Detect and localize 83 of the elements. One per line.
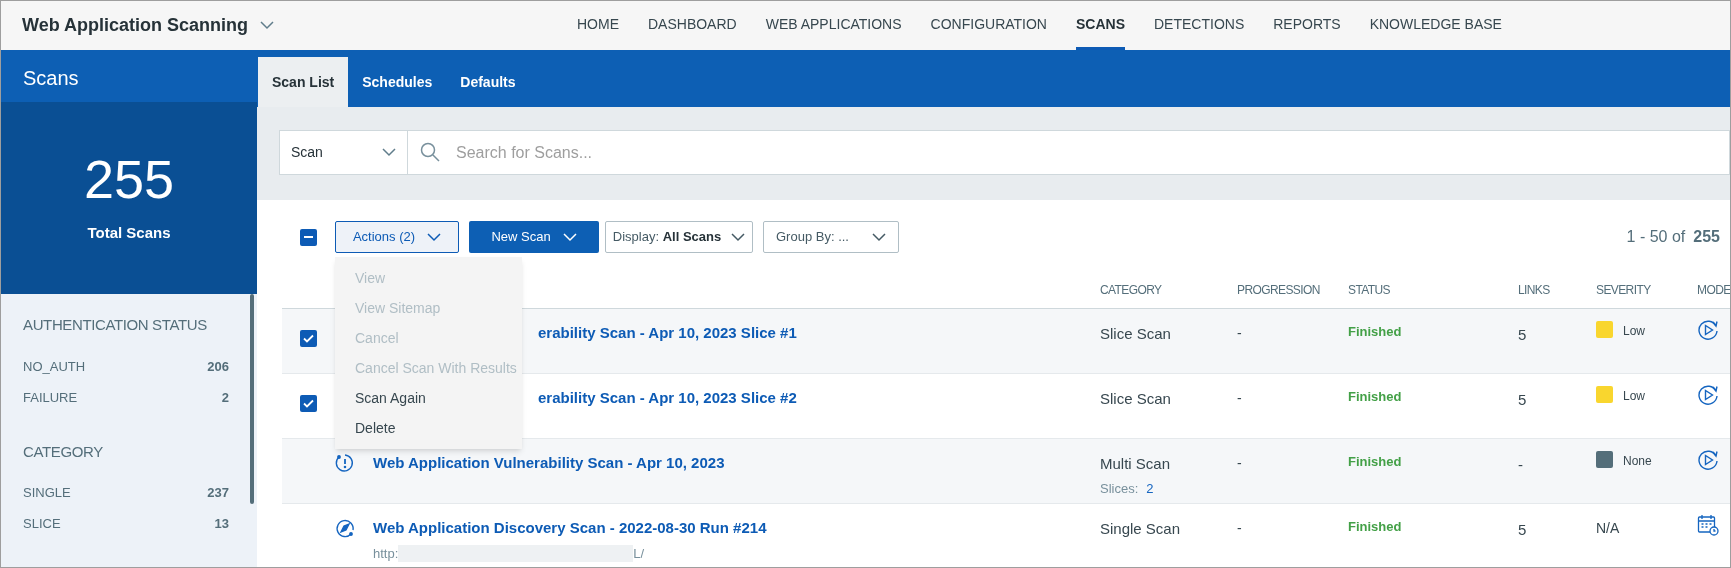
filter-item[interactable]: FAILURE 2 <box>23 387 229 419</box>
nav-item[interactable]: HOME <box>577 1 619 50</box>
nav-item[interactable]: DASHBOARD <box>648 1 737 50</box>
category-cell-text: Multi Scan <box>1100 454 1172 474</box>
progression-cell-text: - <box>1237 324 1243 343</box>
play-cycle-icon <box>1697 319 1719 341</box>
alert-cycle-icon <box>335 453 355 473</box>
filter-item[interactable]: SLICE 13 <box>23 514 229 545</box>
severity-label: Low <box>1623 323 1645 340</box>
nav-item[interactable]: CONFIGURATION <box>930 1 1047 50</box>
filter-heading: AUTHENTICATION STATUS <box>23 315 208 335</box>
column-header[interactable]: PROGRESSION <box>1237 281 1348 299</box>
chevron-down-icon <box>731 232 746 242</box>
progression-cell-text: - <box>1237 389 1243 408</box>
slices-label: Slices: <box>1100 480 1139 496</box>
checkbox[interactable] <box>300 395 317 412</box>
nav-item[interactable]: KNOWLEDGE BASE <box>1369 1 1502 50</box>
calendar-clock-icon <box>1697 514 1719 536</box>
check-icon <box>303 334 314 343</box>
tab[interactable]: Schedules <box>348 57 447 107</box>
total-count: 255 <box>83 151 175 206</box>
status-cell-text: Finished <box>1348 518 1403 536</box>
status-cell-text: Finished <box>1348 388 1403 406</box>
chevron-down-icon <box>562 232 577 242</box>
category-cell-text: Slice Scan <box>1100 324 1172 344</box>
url-text: L/ <box>633 544 645 563</box>
severity-label: N/A <box>1596 519 1620 538</box>
tab[interactable]: Defaults <box>446 57 530 107</box>
play-cycle-icon <box>1697 449 1719 471</box>
url-text: http: <box>373 544 399 563</box>
group-by-select[interactable]: Group By: ... <box>763 221 899 253</box>
checkbox[interactable] <box>300 330 317 347</box>
filter-item[interactable]: SINGLE 237 <box>23 483 229 514</box>
category-cell-text: Single Scan <box>1100 519 1182 539</box>
play-cycle-icon <box>1697 384 1719 406</box>
chevron-down-icon <box>872 232 886 242</box>
column-header[interactable]: CATEGORY <box>1100 281 1237 299</box>
nav-item[interactable]: DETECTIONS <box>1154 1 1245 50</box>
checkbox[interactable] <box>300 228 317 246</box>
tab[interactable]: Scan List <box>258 57 349 107</box>
nav-item[interactable]: REPORTS <box>1273 1 1341 50</box>
check-icon <box>303 399 314 408</box>
scan-title-link[interactable]: Web Application Discovery Scan - 2022-08-30 Run #214 <box>373 517 1100 540</box>
nav-item[interactable]: WEB APPLICATIONS <box>765 1 902 50</box>
column-header[interactable]: SEVERITY <box>1596 281 1697 299</box>
search-field[interactable]: Search for Scans... <box>408 130 1730 175</box>
chevron-down-icon <box>260 21 274 30</box>
actions-button[interactable]: Actions (2) <box>335 221 459 253</box>
app-switcher[interactable]: Web Application Scanning <box>1 12 561 39</box>
status-cell-text: Finished <box>1348 323 1403 341</box>
column-header[interactable]: MODE <box>1697 281 1730 299</box>
column-header[interactable]: STATUS <box>1348 281 1518 299</box>
scan-title-link[interactable]: Web Application Vulnerability Scan - Apr 10, 2023 <box>373 452 1100 475</box>
chevron-down-icon <box>382 148 396 157</box>
progression-cell-text: - <box>1237 519 1243 538</box>
menu-item[interactable]: Scan Again <box>335 383 522 413</box>
links-cell-text: 5 <box>1518 520 1528 540</box>
severity-label: None <box>1623 453 1652 470</box>
filter-heading: CATEGORY <box>23 441 104 462</box>
column-header[interactable]: LINKS <box>1518 281 1596 299</box>
scope-select[interactable]: Scan <box>279 130 408 175</box>
total-label: Total Scans <box>87 222 171 243</box>
links-cell-text: - <box>1518 455 1524 475</box>
status-cell-text: Finished <box>1348 453 1403 471</box>
links-cell-text: 5 <box>1518 390 1528 410</box>
links-cell-text: 5 <box>1518 325 1528 345</box>
slices-link[interactable]: 2 <box>1146 480 1154 496</box>
new-scan-button[interactable]: New Scan <box>469 221 599 253</box>
chevron-down-icon <box>427 232 442 242</box>
section-title: Scans <box>1 50 257 103</box>
pagination-range: 1 - 50 of <box>1626 227 1686 247</box>
menu-item[interactable]: Delete <box>335 413 522 443</box>
display-select[interactable]: Display: All Scans <box>605 221 753 253</box>
scan-title-link[interactable]: erability Scan - Apr 10, 2023 Slice #2 <box>538 387 1100 410</box>
pagination-total: 255 <box>1693 227 1720 247</box>
category-cell-text: Slice Scan <box>1100 389 1172 409</box>
scrollbar[interactable] <box>250 294 254 504</box>
search-icon <box>420 142 440 162</box>
progression-cell-text: - <box>1237 454 1243 473</box>
compass-cycle-icon <box>335 518 355 538</box>
severity-label: Low <box>1623 388 1645 405</box>
filter-item[interactable]: NO_AUTH 206 <box>23 356 229 388</box>
scan-title-link[interactable]: erability Scan - Apr 10, 2023 Slice #1 <box>538 322 1100 345</box>
